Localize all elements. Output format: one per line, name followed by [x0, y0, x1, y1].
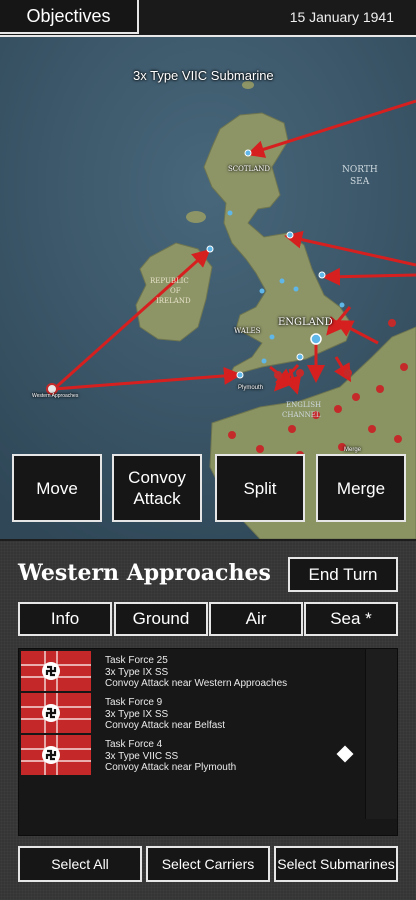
end-turn-button[interactable]: End Turn [288, 557, 398, 592]
list-item[interactable]: Task Force 4 3x Type VIIC SS Convoy Atta… [19, 735, 367, 775]
list-item[interactable]: Task Force 25 3x Type IX SS Convoy Attac… [19, 651, 367, 691]
task-force-info: Task Force 4 3x Type VIIC SS Convoy Atta… [105, 739, 236, 774]
task-force-list[interactable]: Task Force 25 3x Type IX SS Convoy Attac… [18, 648, 398, 836]
selected-unit-label: 3x Type VIIC Submarine [133, 68, 274, 83]
tab-air[interactable]: Air [209, 602, 303, 636]
label-scotland: SCOTLAND [228, 165, 270, 173]
list-scrollbar[interactable] [365, 649, 397, 819]
label-north-sea: NORTH [342, 165, 378, 175]
top-bar: Objectives 15 January 1941 [0, 0, 416, 37]
label-ireland-1: REPUBLIC [150, 277, 189, 285]
selected-diamond-icon [336, 745, 354, 763]
select-submarines-button[interactable]: Select Submarines [274, 846, 398, 882]
label-england: ENGLAND [278, 317, 333, 328]
task-force-name: Task Force 9 [105, 697, 163, 708]
hebrides [186, 211, 206, 223]
merge-button[interactable]: Merge [316, 454, 406, 522]
tab-info[interactable]: Info [18, 602, 112, 636]
task-force-name: Task Force 25 [105, 655, 168, 666]
select-carriers-button[interactable]: Select Carriers [146, 846, 270, 882]
game-date: 15 January 1941 [289, 9, 394, 25]
task-force-mission: Convoy Attack near Belfast [105, 720, 226, 731]
task-force-name: Task Force 4 [105, 739, 163, 750]
label-western-approaches: Western Approaches [32, 393, 79, 399]
label-merge-town: Merge [344, 447, 362, 453]
task-force-info: Task Force 25 3x Type IX SS Convoy Attac… [105, 655, 287, 690]
war-ensign-flag-icon [21, 735, 91, 775]
task-force-units: 3x Type IX SS [105, 708, 169, 720]
move-button[interactable]: Move [12, 454, 102, 522]
select-all-button[interactable]: Select All [18, 846, 142, 882]
label-english-channel-2: CHANNEL [282, 411, 321, 419]
convoy-attack-button[interactable]: Convoy Attack [112, 454, 202, 522]
task-force-info: Task Force 9 3x Type IX SS Convoy Attack… [105, 697, 225, 732]
label-north-sea-2: SEA [350, 177, 370, 187]
convoy-attack-line-2: Attack [133, 489, 181, 508]
task-force-mission: Convoy Attack near Plymouth [105, 762, 237, 773]
convoy-attack-line-1: Convoy [128, 468, 186, 487]
war-ensign-flag-icon [21, 651, 91, 691]
region-title: Western Approaches [18, 560, 271, 586]
split-button[interactable]: Split [215, 454, 305, 522]
tab-sea[interactable]: Sea * [304, 602, 398, 636]
label-plymouth: Plymouth [238, 385, 264, 391]
task-force-units: 3x Type IX SS [105, 666, 169, 678]
label-ireland-2: OF [170, 287, 181, 295]
tab-ground[interactable]: Ground [114, 602, 208, 636]
objectives-button[interactable]: Objectives [0, 0, 139, 34]
task-force-units: 3x Type VIIC SS [105, 750, 179, 762]
task-force-mission: Convoy Attack near Western Approaches [105, 678, 288, 689]
label-ireland-3: IRELAND [156, 297, 191, 305]
war-ensign-flag-icon [21, 693, 91, 733]
label-wales: WALES [234, 327, 261, 335]
label-english-channel-1: ENGLISH [286, 401, 322, 409]
list-item[interactable]: Task Force 9 3x Type IX SS Convoy Attack… [19, 693, 367, 733]
